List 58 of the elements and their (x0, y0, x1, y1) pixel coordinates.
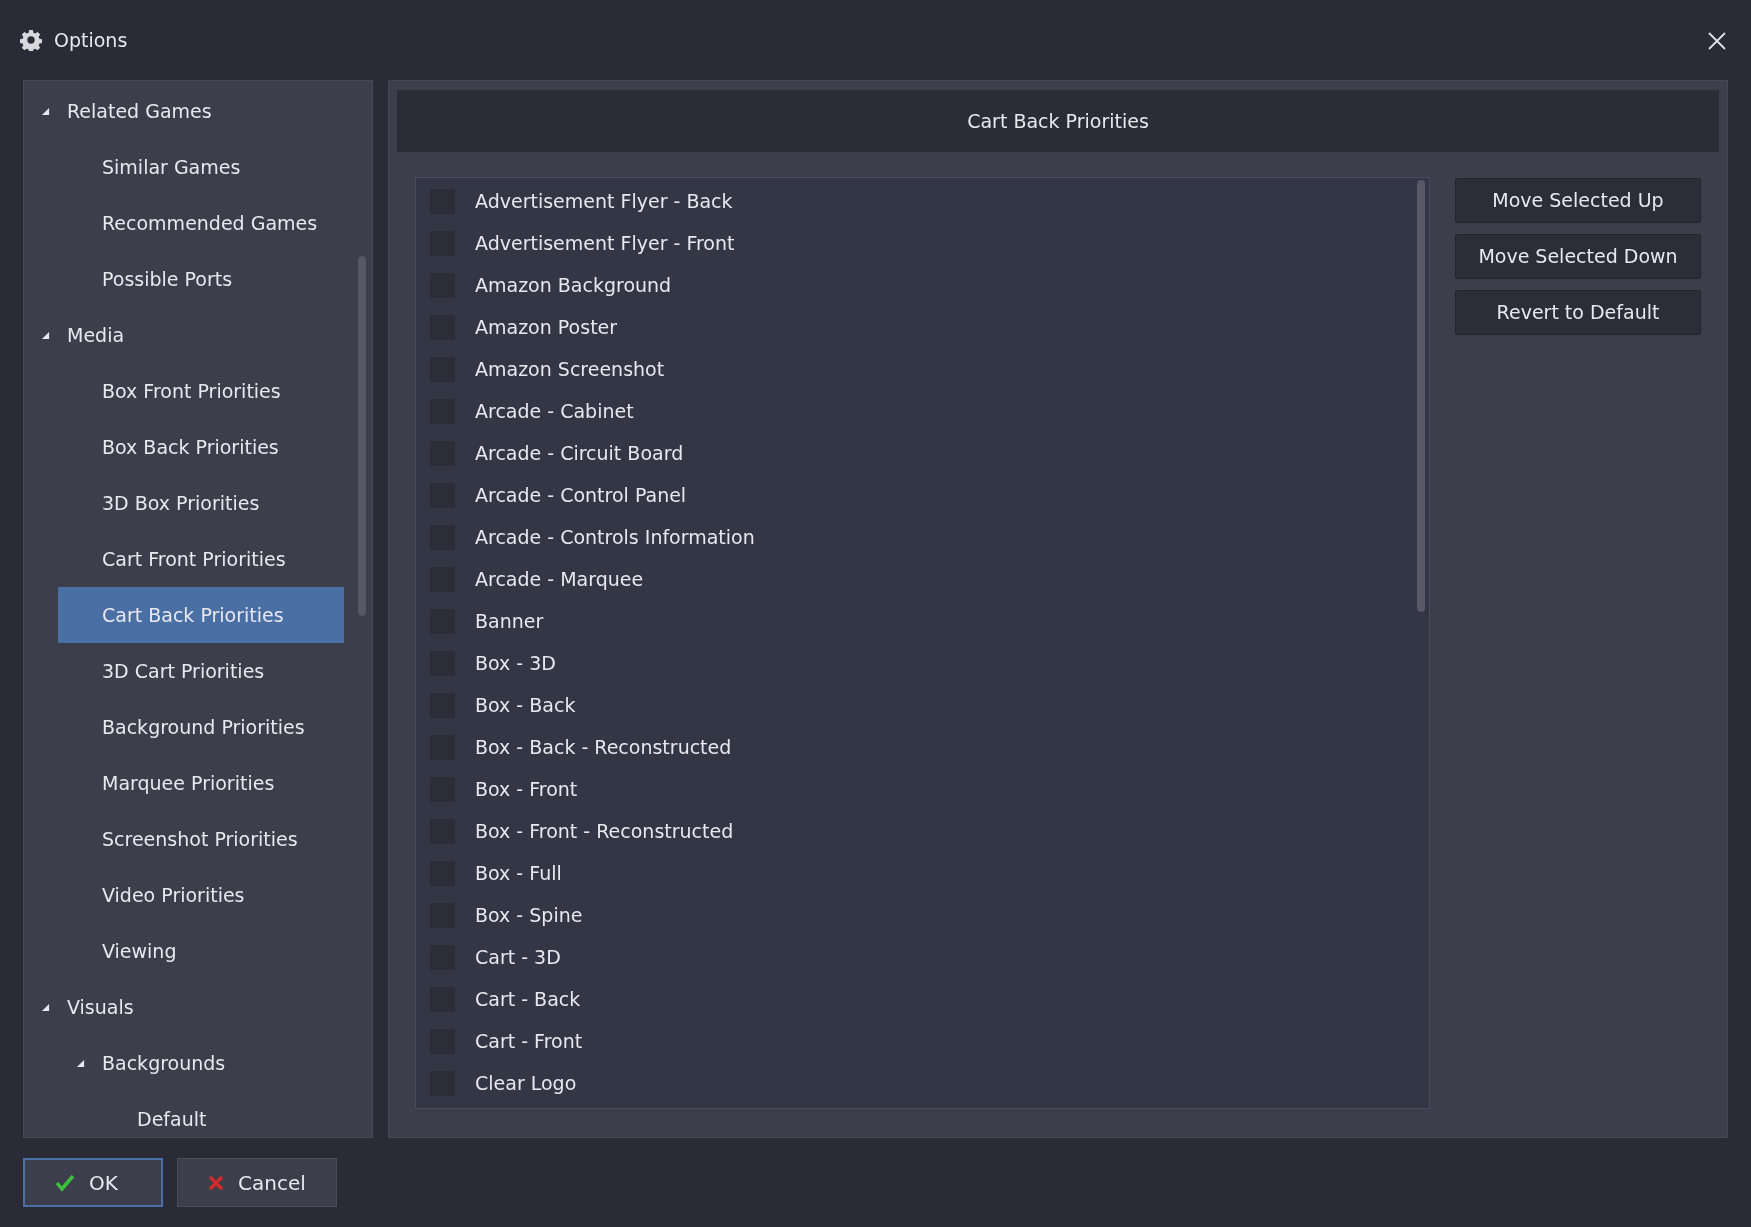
list-item-label[interactable]: Box - Back (475, 690, 576, 720)
list-item-label[interactable]: Amazon Background (475, 270, 672, 300)
list-item-label[interactable]: Banner (475, 606, 544, 636)
list-item-label[interactable]: Box - Full (475, 858, 562, 888)
tree-item[interactable]: Similar Games (24, 139, 372, 195)
list-item-label[interactable]: Arcade - Circuit Board (475, 438, 684, 468)
scrollbar-thumb[interactable] (1417, 180, 1425, 612)
tree-item[interactable]: Possible Ports (24, 251, 372, 307)
tree-item[interactable]: Screenshot Priorities (24, 811, 372, 867)
tree-item[interactable]: 3D Box Priorities (24, 475, 372, 531)
expanded-triangle-icon[interactable] (41, 106, 50, 116)
tree-item[interactable]: Media (24, 307, 372, 363)
tree-item[interactable]: Box Front Priorities (24, 363, 372, 419)
list-item-label[interactable]: Advertisement Flyer - Front (475, 228, 735, 258)
list-item-label[interactable]: Amazon Poster (475, 312, 618, 342)
list-item-label[interactable]: Arcade - Marquee (475, 564, 644, 594)
list-item-label[interactable]: Arcade - Controls Information (475, 522, 755, 552)
tree-item[interactable]: Viewing (24, 923, 372, 979)
list-item-label[interactable]: Arcade - Control Panel (475, 480, 687, 510)
window-title: Options (54, 27, 128, 53)
list-item-label[interactable]: Box - 3D (475, 648, 556, 678)
tree-item[interactable]: 3D Cart Priorities (24, 643, 372, 699)
list-item-label[interactable]: Cart - 3D (475, 942, 561, 972)
cross-icon (208, 1174, 224, 1191)
tree-item[interactable]: Recommended Games (24, 195, 372, 251)
cancel-button[interactable]: Cancel (177, 1158, 337, 1207)
tree-item[interactable]: Marquee Priorities (24, 755, 372, 811)
gear-icon (20, 29, 42, 51)
action-button[interactable]: Move Selected Down (1455, 234, 1701, 279)
action-button[interactable]: Move Selected Up (1455, 178, 1701, 223)
list-item-label[interactable]: Box - Front - Reconstructed (475, 816, 734, 846)
list-item-label[interactable]: Clear Logo (475, 1068, 577, 1098)
expanded-triangle-icon[interactable] (41, 1002, 50, 1012)
action-button[interactable]: Revert to Default (1455, 290, 1701, 335)
close-icon (1707, 30, 1727, 51)
list-item-label[interactable]: Box - Back - Reconstructed (475, 732, 732, 762)
expanded-triangle-icon[interactable] (76, 1058, 85, 1068)
tree-item[interactable]: Box Back Priorities (24, 419, 372, 475)
tree-item[interactable]: Video Priorities (24, 867, 372, 923)
checkmark-icon (55, 1173, 75, 1192)
panel-title: Cart Back Priorities (967, 108, 1149, 134)
list-item-label[interactable]: Box - Spine (475, 900, 583, 930)
tree-item[interactable]: Visuals (24, 979, 372, 1035)
tree-item[interactable]: Cart Front Priorities (24, 531, 372, 587)
tree-item[interactable]: Cart Back Priorities (58, 587, 344, 643)
ok-button[interactable]: OK (23, 1158, 163, 1207)
list-item-label[interactable]: Cart - Front (475, 1026, 583, 1056)
tree-item[interactable]: Default (24, 1091, 372, 1137)
tree-item[interactable]: Related Games (24, 83, 372, 139)
scrollbar-thumb[interactable] (358, 256, 366, 616)
list-item-label[interactable]: Amazon Screenshot (475, 354, 665, 384)
tree-item[interactable]: Background Priorities (24, 699, 372, 755)
expanded-triangle-icon[interactable] (41, 330, 50, 340)
list-item-label[interactable]: Box - Front (475, 774, 578, 804)
list-item-label[interactable]: Advertisement Flyer - Back (475, 186, 733, 216)
list-item-label[interactable]: Cart - Back (475, 984, 581, 1014)
tree-item[interactable]: Backgrounds (24, 1035, 372, 1091)
list-item-label[interactable]: Arcade - Cabinet (475, 396, 634, 426)
